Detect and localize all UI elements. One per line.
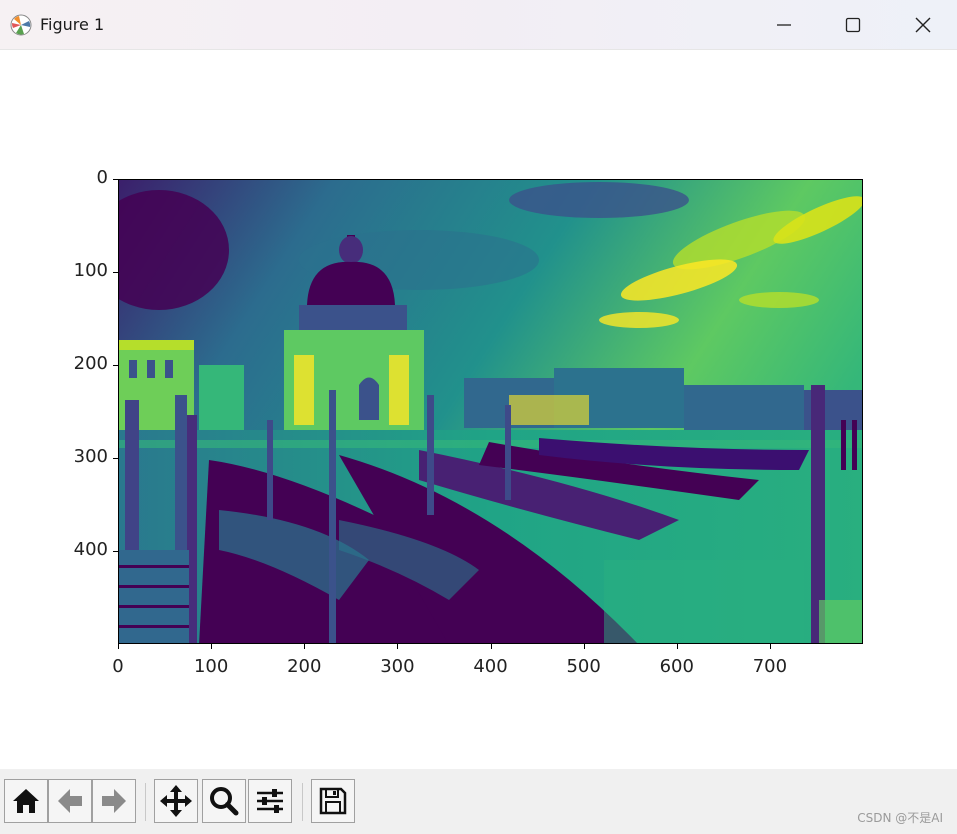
- x-tick-label: 100: [193, 656, 229, 677]
- x-tick-label: 500: [566, 656, 601, 677]
- forward-arrow-icon: [102, 789, 126, 813]
- matplotlib-logo-icon: [10, 14, 32, 36]
- x-tick-label: 300: [380, 656, 415, 677]
- pan-button[interactable]: [154, 779, 198, 823]
- y-tick-mark: [113, 179, 118, 180]
- x-tick-mark: [211, 644, 213, 649]
- x-tick-label: 200: [287, 656, 322, 677]
- y-tick-label: 100: [73, 260, 108, 281]
- pan-move-icon: [160, 785, 192, 817]
- minimize-button[interactable]: [749, 0, 819, 50]
- minimize-icon: [777, 24, 791, 26]
- x-tick-mark: [676, 644, 678, 649]
- maximize-icon: [845, 17, 861, 33]
- y-tick-label: 300: [73, 446, 108, 467]
- x-tick-mark: [118, 644, 119, 649]
- save-disk-icon: [319, 787, 347, 815]
- home-icon: [13, 789, 39, 813]
- window-title: Figure 1: [40, 15, 105, 34]
- forward-button[interactable]: [92, 779, 136, 823]
- x-tick-label: 600: [659, 656, 694, 677]
- close-button[interactable]: [888, 0, 957, 50]
- zoom-button[interactable]: [202, 779, 246, 823]
- back-arrow-icon: [58, 789, 82, 813]
- navigation-toolbar: CSDN @不是AI: [0, 769, 957, 834]
- close-icon: [915, 17, 931, 33]
- x-tick-label: 700: [752, 656, 788, 677]
- x-tick-mark: [583, 644, 585, 649]
- image-plot-axes[interactable]: [118, 179, 863, 644]
- home-button[interactable]: [4, 779, 48, 823]
- viridis-image: [119, 180, 862, 643]
- toolbar-separator: [145, 783, 146, 821]
- y-tick-mark: [113, 458, 118, 459]
- x-tick-mark: [490, 644, 492, 649]
- window-titlebar: Figure 1: [0, 0, 957, 50]
- maximize-button[interactable]: [818, 0, 888, 50]
- zoom-magnifier-icon: [210, 787, 239, 816]
- watermark-text: CSDN @不是AI: [857, 811, 943, 825]
- x-tick-mark: [304, 644, 306, 649]
- save-button[interactable]: [311, 779, 355, 823]
- x-tick-label: 0: [112, 656, 124, 677]
- y-tick-mark: [113, 272, 118, 273]
- y-tick-mark: [113, 365, 118, 366]
- configure-subplots-icon: [257, 789, 283, 813]
- configure-subplots-button[interactable]: [248, 779, 292, 823]
- toolbar-separator: [302, 783, 303, 821]
- y-tick-label: 400: [73, 539, 108, 560]
- y-tick-label: 200: [73, 353, 108, 374]
- y-tick-label: 0: [96, 167, 108, 188]
- x-tick-mark: [397, 644, 399, 649]
- x-tick-label: 400: [473, 656, 508, 677]
- back-button[interactable]: [48, 779, 92, 823]
- x-tick-mark: [769, 644, 771, 649]
- y-tick-mark: [113, 551, 118, 552]
